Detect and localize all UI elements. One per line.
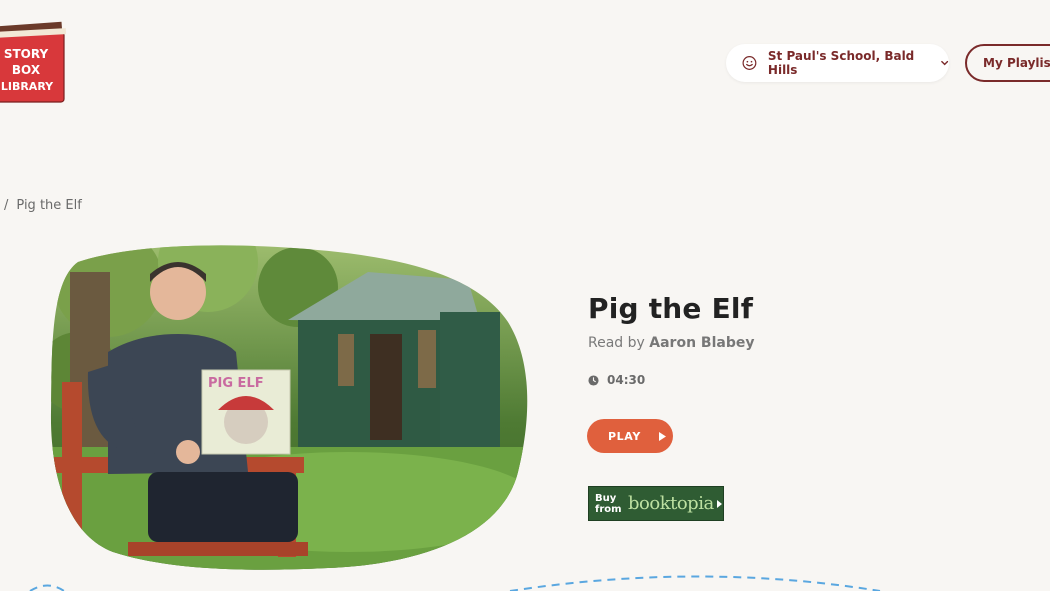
svg-text:BOX: BOX [12,63,41,77]
smiley-icon [742,56,757,70]
school-name: St Paul's School, Bald Hills [767,49,915,77]
booktopia-logo-text: booktopia [628,493,714,514]
duration: 04:30 [588,373,645,387]
svg-text:LIBRARY: LIBRARY [1,80,54,93]
decorative-dashed-curves [29,575,881,591]
buy-from-booktopia-button[interactable]: Buy from booktopia [588,486,724,521]
school-selector[interactable]: St Paul's School, Bald Hills [726,44,949,82]
my-playlists-label: My Playlists [983,56,1050,70]
breadcrumb-current: Pig the Elf [16,198,82,213]
my-playlists-button[interactable]: My Playlists [965,44,1050,82]
story-box-library-logo[interactable]: STORY BOX LIBRARY [0,18,70,106]
svg-text:STORY: STORY [4,47,49,61]
play-button[interactable]: PLAY [587,419,673,453]
video-thumbnail[interactable]: PIG ELF [48,242,530,572]
buy-from-text: Buy from [595,492,622,515]
read-by-prefix: Read by [588,335,645,351]
clock-icon [588,374,599,386]
read-by: Read by Aaron Blabey [588,335,754,351]
breadcrumb-separator: / [4,198,9,213]
play-label: PLAY [608,429,641,443]
reader-name: Aaron Blabey [649,335,755,351]
book-title: Pig the Elf [588,292,754,325]
play-icon [658,431,666,441]
duration-value: 04:30 [607,373,646,387]
arrow-right-icon [716,499,722,508]
chevron-down-icon [940,60,948,66]
book-cover-text: PIG ELF [208,376,264,391]
breadcrumb: / Pig the Elf [4,198,82,213]
